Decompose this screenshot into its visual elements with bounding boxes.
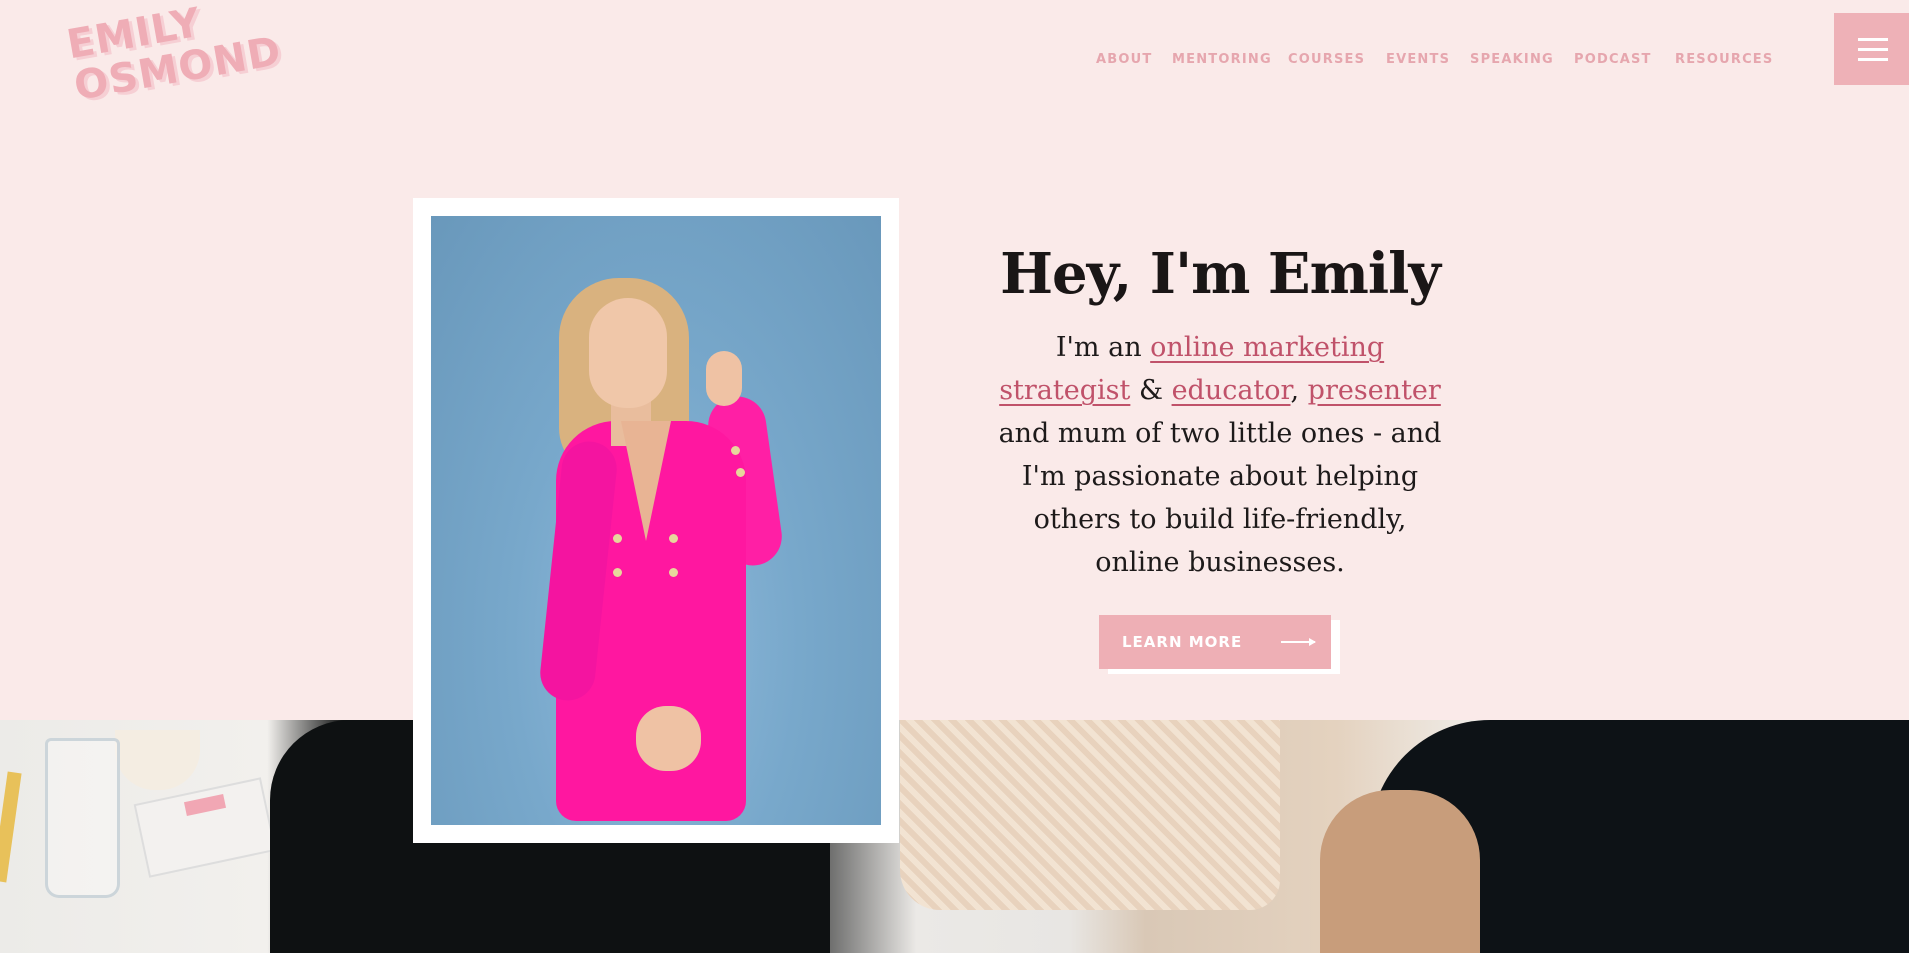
glass-shape	[45, 738, 120, 898]
learn-more-button[interactable]: LEARN MORE	[1099, 615, 1331, 669]
dress-button-shape	[613, 568, 622, 577]
face-shape	[589, 298, 667, 408]
hero-text-block: Hey, I'm Emily I'm an online marketing s…	[950, 238, 1490, 584]
bowl-shape	[115, 730, 200, 790]
notebook-shape	[133, 777, 277, 878]
portrait-photo	[431, 216, 881, 825]
hero-title: Hey, I'm Emily	[1000, 241, 1441, 307]
connector-text: ,	[1290, 375, 1300, 406]
intro-text: I'm an	[1055, 332, 1151, 363]
nav-item-speaking[interactable]: SPEAKING	[1470, 52, 1554, 67]
nav-item-about[interactable]: ABOUT	[1096, 52, 1152, 67]
dress-button-shape	[669, 568, 678, 577]
hero-intro: I'm an online marketing strategist & edu…	[950, 326, 1490, 584]
nav-item-mentoring[interactable]: MENTORING	[1172, 52, 1272, 67]
pen-shape	[0, 771, 22, 883]
dress-button-shape	[736, 468, 745, 477]
learn-more-label: LEARN MORE	[1122, 633, 1243, 651]
nav-item-podcast[interactable]: PODCAST	[1574, 52, 1652, 67]
connector-text: &	[1130, 375, 1172, 406]
link-presenter[interactable]: presenter	[1308, 375, 1441, 406]
intro-body-text: and mum of two little ones - and I'm pas…	[998, 418, 1442, 578]
workshop-background-photo	[0, 720, 1909, 953]
portrait-frame	[413, 198, 899, 843]
trousers-shape	[1320, 790, 1480, 953]
main-navigation: ABOUT MENTORING COURSES EVENTS SPEAKING …	[0, 52, 1909, 72]
link-educator[interactable]: educator	[1172, 375, 1291, 406]
arrow-right-icon	[1281, 638, 1316, 646]
dress-button-shape	[731, 446, 740, 455]
hand-shape	[706, 351, 742, 406]
dress-button-shape	[613, 534, 622, 543]
nav-item-courses[interactable]: COURSES	[1288, 52, 1365, 67]
hands-shape	[636, 706, 701, 771]
checked-shirt-shape	[900, 720, 1280, 910]
nav-item-resources[interactable]: RESOURCES	[1675, 52, 1773, 67]
menu-button[interactable]	[1834, 13, 1909, 85]
dress-button-shape	[669, 534, 678, 543]
nav-item-events[interactable]: EVENTS	[1386, 52, 1450, 67]
